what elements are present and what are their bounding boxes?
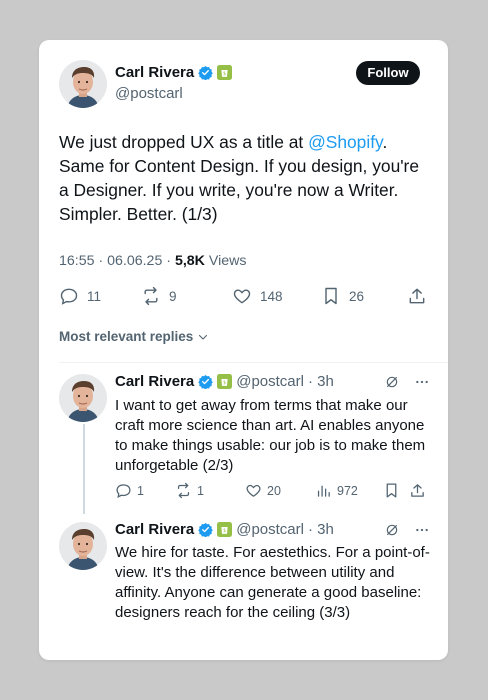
- reply-count: 1: [137, 483, 144, 498]
- reply-text: I want to get away from terms that make …: [115, 397, 426, 474]
- more-icon[interactable]: [414, 522, 430, 538]
- bookmark-button[interactable]: 26: [321, 286, 364, 306]
- reply-top-icons: [384, 374, 430, 390]
- like-button[interactable]: 148: [232, 286, 283, 306]
- like-icon: [246, 484, 261, 497]
- timestamp[interactable]: 16:55 · 06.06.25 ·: [59, 253, 175, 269]
- reply-action-bar: 1 1 20 972: [115, 482, 425, 500]
- verified-icon: [198, 374, 213, 389]
- shopify-badge-icon[interactable]: [217, 522, 232, 537]
- repost-icon: [177, 482, 190, 499]
- repost-button[interactable]: 1: [175, 482, 204, 499]
- repost-count: 9: [169, 288, 177, 304]
- like-button[interactable]: 20: [245, 482, 281, 499]
- tweet-meta: 16:55 · 06.06.25 · 5,8K Views: [59, 253, 246, 269]
- views-icon: [317, 485, 330, 497]
- chevron-down-icon: [199, 334, 208, 340]
- reply-author-name[interactable]: Carl Rivera: [115, 521, 194, 538]
- like-count: 148: [260, 288, 283, 304]
- reply-icon: [116, 484, 131, 499]
- share-icon: [409, 288, 425, 304]
- reply-author-name[interactable]: Carl Rivera: [115, 373, 194, 390]
- reply-text: We hire for taste. For aestethics. For a…: [115, 544, 430, 621]
- grok-icon[interactable]: [384, 374, 400, 390]
- share-button[interactable]: [409, 482, 426, 499]
- verified-icon: [198, 65, 213, 80]
- reply-handle[interactable]: @postcarl: [236, 521, 304, 538]
- reply-button[interactable]: 1: [115, 482, 144, 499]
- like-icon: [233, 289, 251, 304]
- reply-top-icons: [384, 522, 430, 538]
- reply-age[interactable]: · 3h: [308, 373, 334, 390]
- views-label: Views: [204, 253, 247, 269]
- author-avatar[interactable]: [59, 60, 107, 108]
- repost-button[interactable]: 9: [141, 286, 177, 306]
- reply-avatar[interactable]: [59, 374, 107, 422]
- follow-button[interactable]: Follow: [356, 61, 420, 85]
- author-handle[interactable]: @postcarl: [115, 85, 183, 102]
- bookmark-icon: [325, 287, 337, 305]
- reply-button[interactable]: 11: [59, 286, 101, 306]
- like-count: 20: [267, 483, 281, 498]
- reply-header: Carl Rivera @postcarl · 3h: [115, 373, 334, 390]
- reply-avatar[interactable]: [59, 522, 107, 570]
- bookmark-button[interactable]: [383, 482, 400, 499]
- action-bar: 11 9 148 26: [59, 286, 429, 310]
- reply-header: Carl Rivera @postcarl · 3h: [115, 521, 334, 538]
- more-icon[interactable]: [414, 374, 430, 390]
- repost-count: 1: [197, 483, 204, 498]
- reply-age[interactable]: · 3h: [308, 521, 334, 538]
- tweet-card: Carl Rivera @postcarl Follow We just dro…: [39, 40, 448, 660]
- replies-sort-toggle[interactable]: Most relevant replies: [59, 329, 209, 344]
- mention-link[interactable]: @Shopify: [308, 132, 382, 152]
- tweet-text: We just dropped UX as a title at @Shopif…: [59, 130, 431, 226]
- bookmark-icon: [386, 483, 397, 498]
- grok-icon[interactable]: [384, 522, 400, 538]
- thread-connector: [83, 424, 85, 514]
- bookmark-count: 26: [349, 288, 365, 304]
- shopify-badge-icon[interactable]: [217, 374, 232, 389]
- views-button[interactable]: 972: [315, 482, 358, 499]
- verified-icon: [198, 522, 213, 537]
- views-count: 972: [337, 483, 358, 498]
- shopify-badge-icon[interactable]: [217, 65, 232, 80]
- divider: [59, 362, 448, 363]
- repost-icon: [144, 286, 158, 306]
- share-icon: [411, 484, 424, 497]
- views-count: 5,8K: [174, 253, 205, 269]
- author-name[interactable]: Carl Rivera: [115, 64, 194, 81]
- reply-handle[interactable]: @postcarl: [236, 373, 304, 390]
- reply-icon: [60, 288, 78, 305]
- tweet-text-part: We just dropped UX as a title at: [59, 132, 309, 152]
- author-name-row[interactable]: Carl Rivera: [115, 64, 232, 81]
- share-button[interactable]: [407, 286, 427, 306]
- reply-count: 11: [87, 288, 102, 304]
- replies-sort-label: Most relevant replies: [59, 329, 194, 344]
